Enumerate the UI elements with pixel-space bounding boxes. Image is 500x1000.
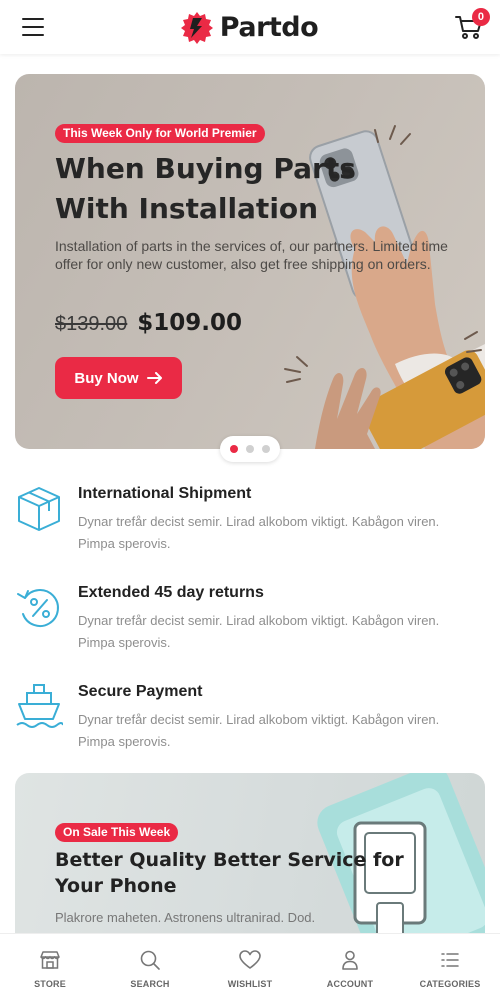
percent-return-icon <box>17 589 59 627</box>
brand-logo[interactable]: Partdo <box>180 10 319 44</box>
arrow-right-icon <box>146 372 162 384</box>
carousel-dot-3[interactable] <box>262 445 270 453</box>
hero-banner[interactable]: This Week Only for World Premier When Bu… <box>15 74 485 449</box>
feature-title: Secure Payment <box>78 683 203 700</box>
promo-description: Plakrore maheten. Astronens ultranirad. … <box>55 910 316 925</box>
carousel-dot-1[interactable] <box>230 445 238 453</box>
nav-search[interactable]: SEARCH <box>110 948 190 989</box>
nav-categories[interactable]: CATEGORIES <box>410 948 490 989</box>
buy-now-label: Buy Now <box>74 369 139 387</box>
hero-title: When Buying Parts With Installation <box>55 152 356 225</box>
nav-wishlist[interactable]: WISHLIST <box>210 948 290 989</box>
heart-icon <box>239 950 261 969</box>
categories-icon <box>441 953 459 967</box>
old-price: $139.00 <box>55 313 128 335</box>
nav-label: STORE <box>34 979 66 989</box>
hero-promo-tag: This Week Only for World Premier <box>55 124 265 143</box>
search-icon <box>140 950 160 970</box>
nav-label: WISHLIST <box>227 979 273 989</box>
feature-description: Dynar trefår decist semir. Lirad alkobom… <box>78 613 440 650</box>
brand-name: Partdo <box>219 11 319 43</box>
hero-description: Installation of parts in the services of… <box>55 238 448 272</box>
nav-store[interactable]: STORE <box>10 948 90 989</box>
feature-title: International Shipment <box>78 485 252 502</box>
feature-secure-payment: Secure Payment Dynar trefår decist semir… <box>15 683 485 763</box>
logo-mark-icon <box>180 12 213 44</box>
user-icon <box>342 950 358 970</box>
feature-extended-returns: Extended 45 day returns Dynar trefår dec… <box>15 584 485 664</box>
feature-description: Dynar trefår decist semir. Lirad alkobom… <box>78 712 440 749</box>
carousel-dot-2[interactable] <box>246 445 254 453</box>
feature-description: Dynar trefår decist semir. Lirad alkobom… <box>78 514 440 551</box>
new-price: $109.00 <box>137 310 243 336</box>
top-header: Partdo 0 <box>0 0 500 54</box>
cart-button[interactable]: 0 <box>454 8 490 42</box>
promo-title: Better Quality Better Service for Your P… <box>55 849 404 897</box>
hero-price: $139.00 $109.00 <box>55 310 242 336</box>
hamburger-menu-icon[interactable] <box>22 18 44 36</box>
feature-title: Extended 45 day returns <box>78 584 264 601</box>
nav-label: CATEGORIES <box>419 979 481 989</box>
promo-tag: On Sale This Week <box>55 823 179 842</box>
nav-account[interactable]: ACCOUNT <box>310 948 390 989</box>
carousel-pagination <box>220 436 280 462</box>
nav-label: SEARCH <box>130 979 170 989</box>
buy-now-button[interactable]: Buy Now <box>55 357 182 399</box>
box-icon <box>18 487 60 531</box>
nav-label: ACCOUNT <box>326 979 374 989</box>
cart-count-badge: 0 <box>471 8 490 26</box>
feature-international-shipment: International Shipment Dynar trefår deci… <box>15 485 485 565</box>
store-icon <box>40 951 60 969</box>
bottom-navigation: STORE SEARCH WISHLIST ACCOUNT CATEGORIES <box>0 933 500 1000</box>
ship-icon <box>16 684 63 728</box>
